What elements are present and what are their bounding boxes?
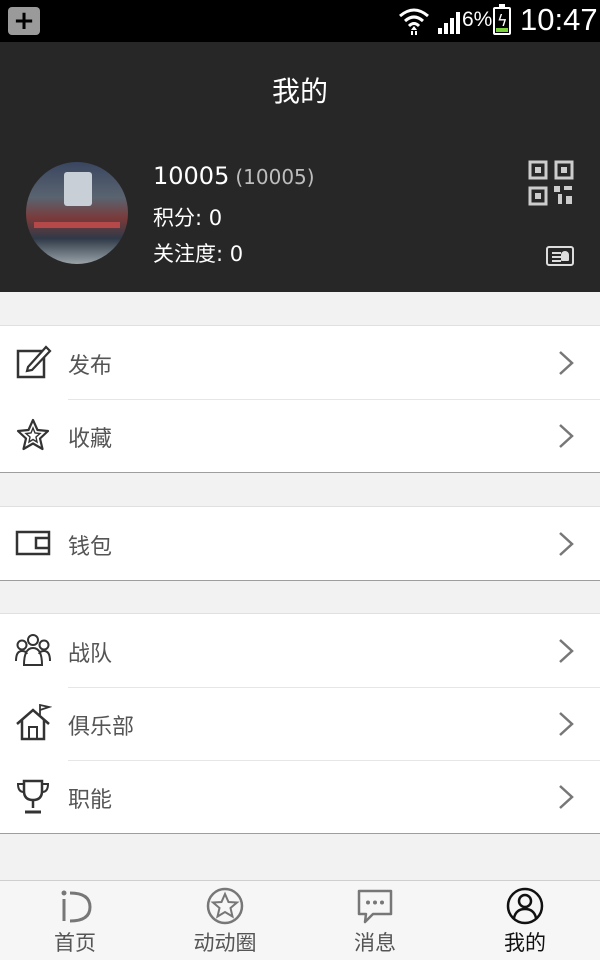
menu-item-favorites[interactable]: 收藏 (0, 399, 600, 472)
menu-item-club[interactable]: 俱乐部 (0, 687, 600, 760)
tab-messages[interactable]: 消息 (300, 881, 450, 960)
menu-item-label: 俱乐部 (68, 715, 135, 740)
points-label: 积分: 0 (153, 206, 223, 230)
menu-item-label: 战队 (68, 642, 113, 667)
user-icon (506, 887, 544, 925)
status-bar: + 6% ϟ 10:47 (0, 0, 600, 42)
battery-percent: 6% (462, 8, 493, 31)
trophy-icon (16, 779, 50, 814)
menu-item-label: 职能 (68, 788, 113, 813)
tab-moments[interactable]: 动动圈 (150, 881, 300, 960)
circle-star-icon (206, 887, 244, 925)
chevron-right-icon (559, 712, 574, 736)
profile-header: 我的 10005 (10005) 积分: 0 关注度: 0 (0, 42, 600, 292)
edit-icon (16, 345, 52, 379)
home-d-icon (61, 890, 92, 923)
follow-label: 关注度: 0 (153, 242, 244, 266)
tab-label: 动动圈 (193, 931, 257, 955)
id-card-icon[interactable] (546, 246, 574, 266)
page-title: 我的 (271, 75, 328, 108)
battery-icon: ϟ (493, 4, 511, 35)
qr-code-icon[interactable] (528, 160, 574, 206)
chevron-right-icon (559, 351, 574, 375)
avatar[interactable] (26, 162, 128, 264)
menu-group-2: 钱包 (0, 506, 600, 581)
tab-home[interactable]: 首页 (0, 881, 150, 960)
clock: 10:47 (520, 2, 598, 37)
user-id-sub: (10005) (235, 165, 315, 189)
chevron-right-icon (559, 785, 574, 809)
chat-icon (357, 889, 393, 924)
bottom-tab-bar: 首页 动动圈 消息 我的 (0, 880, 600, 960)
menu-item-label: 钱包 (68, 535, 113, 560)
tab-label: 消息 (354, 931, 396, 955)
plus-icon: + (8, 7, 40, 35)
wifi-icon (399, 8, 429, 35)
chevron-right-icon (559, 532, 574, 556)
tab-mine[interactable]: 我的 (450, 881, 600, 960)
menu-item-label: 发布 (68, 354, 113, 379)
menu-item-roles[interactable]: 职能 (0, 760, 600, 833)
menu-item-publish[interactable]: 发布 (0, 326, 600, 399)
house-flag-icon (16, 704, 52, 741)
menu-item-label: 收藏 (68, 427, 113, 452)
menu-item-wallet[interactable]: 钱包 (0, 507, 600, 580)
user-id-main: 10005 (153, 162, 230, 190)
menu-group-3: 战队 俱乐部 职能 (0, 613, 600, 834)
signal-icon (438, 12, 460, 34)
tab-label: 我的 (504, 931, 546, 955)
star-icon (16, 418, 50, 451)
menu-item-team[interactable]: 战队 (0, 614, 600, 687)
user-id[interactable]: 10005 (10005) (153, 162, 315, 190)
chevron-right-icon (559, 639, 574, 663)
chevron-right-icon (559, 424, 574, 448)
menu-group-1: 发布 收藏 (0, 325, 600, 473)
tab-label: 首页 (54, 931, 96, 955)
team-icon (15, 634, 51, 666)
wallet-icon (15, 530, 51, 556)
